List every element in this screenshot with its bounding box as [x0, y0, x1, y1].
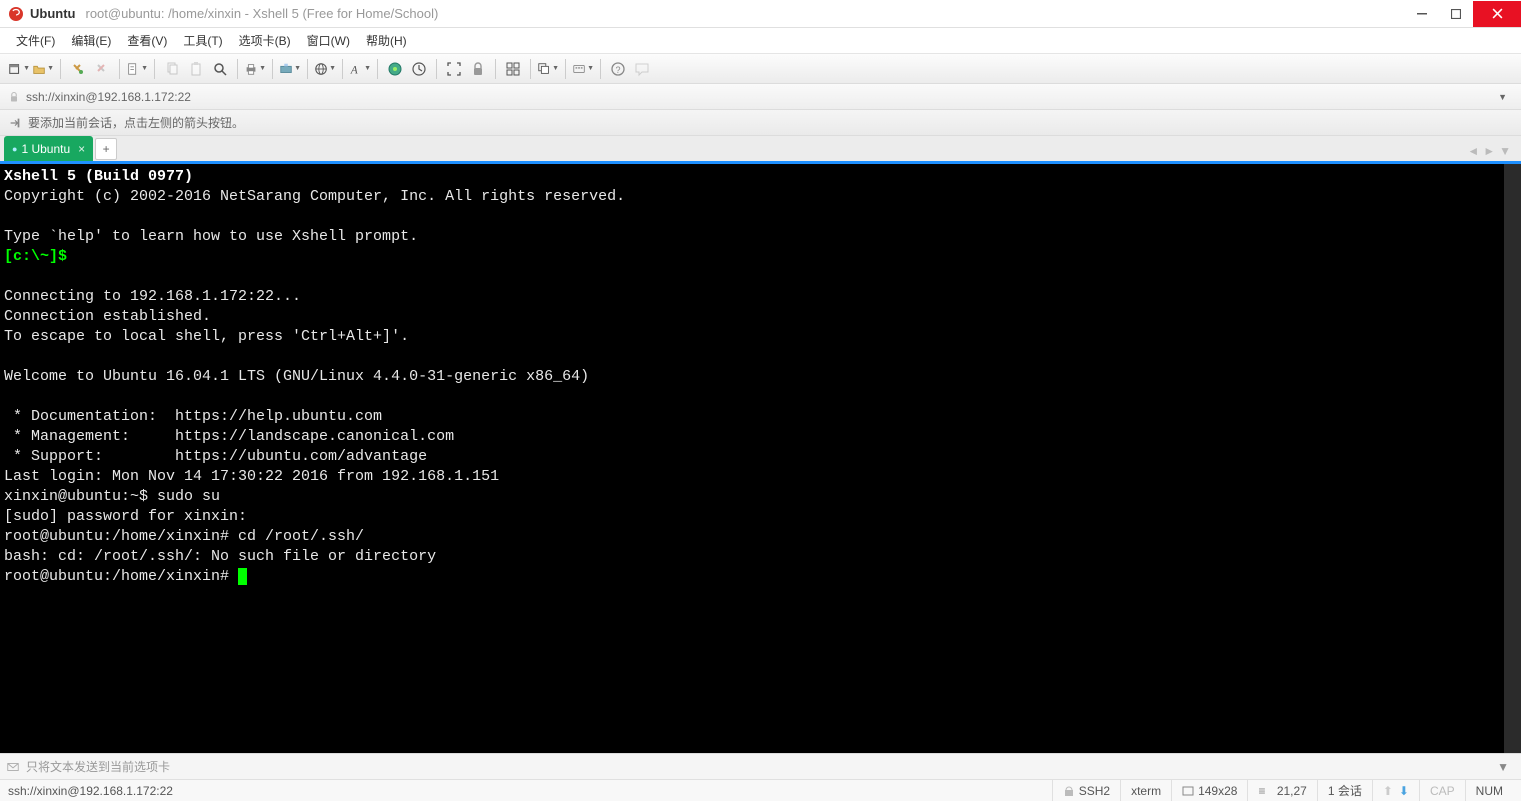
separator: [307, 59, 308, 79]
tab-nav: ◄ ► ▼: [1467, 144, 1517, 161]
open-session-button[interactable]: ▼: [32, 58, 54, 80]
compose-dropdown[interactable]: ▼: [1497, 760, 1515, 774]
tab-next-button[interactable]: ►: [1483, 144, 1495, 158]
tab-index: 1: [21, 142, 28, 156]
compose-placeholder[interactable]: 只将文本发送到当前选项卡: [26, 758, 1491, 775]
title-session: Ubuntu: [30, 6, 75, 21]
status-bar: ssh://xinxin@192.168.1.172:22 SSH2 xterm…: [0, 779, 1521, 801]
status-caps: CAP: [1419, 780, 1465, 801]
status-protocol: SSH2: [1052, 780, 1120, 801]
separator: [154, 59, 155, 79]
status-num: NUM: [1465, 780, 1513, 801]
properties-button[interactable]: ▼: [126, 58, 148, 80]
separator: [60, 59, 61, 79]
window-controls: [1405, 1, 1521, 27]
compose-icon[interactable]: [6, 760, 20, 774]
upload-icon: ⬆: [1383, 784, 1393, 798]
address-text[interactable]: ssh://xinxin@192.168.1.172:22: [26, 90, 1492, 104]
separator: [119, 59, 120, 79]
tab-prev-button[interactable]: ◄: [1467, 144, 1479, 158]
tab-status-dot: ●: [12, 144, 17, 154]
status-terminal-type: xterm: [1120, 780, 1171, 801]
tile-button[interactable]: [502, 58, 524, 80]
tab-add-button[interactable]: +: [95, 138, 117, 160]
print-button[interactable]: ▼: [244, 58, 266, 80]
svg-text:A: A: [350, 64, 358, 76]
separator: [495, 59, 496, 79]
menu-view[interactable]: 查看(V): [119, 29, 175, 52]
tab-close-button[interactable]: ×: [78, 142, 85, 156]
separator: [436, 59, 437, 79]
menu-help[interactable]: 帮助(H): [358, 29, 415, 52]
add-session-icon[interactable]: [8, 116, 22, 130]
title-path: root@ubuntu: /home/xinxin - Xshell 5 (Fr…: [85, 6, 438, 21]
terminal-scrollbar[interactable]: [1504, 164, 1521, 753]
titlebar: Ubuntu root@ubuntu: /home/xinxin - Xshel…: [0, 0, 1521, 28]
menu-file[interactable]: 文件(F): [8, 29, 63, 52]
fullscreen-button[interactable]: [443, 58, 465, 80]
color-scheme-button[interactable]: [384, 58, 406, 80]
menu-tabs[interactable]: 选项卡(B): [231, 29, 299, 52]
status-connection: ssh://xinxin@192.168.1.172:22: [8, 784, 1052, 798]
separator: [530, 59, 531, 79]
lock-button[interactable]: [467, 58, 489, 80]
menubar: 文件(F) 编辑(E) 查看(V) 工具(T) 选项卡(B) 窗口(W) 帮助(…: [0, 28, 1521, 54]
separator: [272, 59, 273, 79]
disconnect-button[interactable]: [91, 58, 113, 80]
compose-bar: 只将文本发送到当前选项卡 ▼: [0, 753, 1521, 779]
lock-icon: [8, 91, 20, 103]
tab-list-button[interactable]: ▼: [1499, 144, 1511, 158]
status-size: 149x28: [1171, 780, 1247, 801]
feedback-button[interactable]: [631, 58, 653, 80]
maximize-button[interactable]: [1439, 1, 1473, 27]
app-icon: [8, 6, 24, 22]
status-sessions: 1 会话: [1317, 780, 1372, 801]
cascade-button[interactable]: ▼: [537, 58, 559, 80]
language-button[interactable]: ▼: [314, 58, 336, 80]
tab-ubuntu[interactable]: ● 1 Ubuntu ×: [4, 136, 93, 161]
toolbar: ▼ ▼ ▼ ▼ ▼ ▼ A▼ ▼ ▼ ?: [0, 54, 1521, 84]
tip-bar: 要添加当前会话，点击左侧的箭头按钮。: [0, 110, 1521, 136]
help-button[interactable]: ?: [607, 58, 629, 80]
svg-text:?: ?: [616, 65, 621, 75]
separator: [237, 59, 238, 79]
key-button[interactable]: ▼: [572, 58, 594, 80]
separator: [342, 59, 343, 79]
copy-button[interactable]: [161, 58, 183, 80]
file-transfer-button[interactable]: ▼: [279, 58, 301, 80]
address-bar: ssh://xinxin@192.168.1.172:22 ▼: [0, 84, 1521, 110]
separator: [565, 59, 566, 79]
status-cursor-pos: ≡ 21,27: [1247, 780, 1316, 801]
tab-bar: ● 1 Ubuntu × + ◄ ► ▼: [0, 136, 1521, 164]
paste-button[interactable]: [185, 58, 207, 80]
terminal[interactable]: Xshell 5 (Build 0977)Copyright (c) 2002-…: [0, 164, 1521, 753]
download-icon: ⬇: [1399, 784, 1409, 798]
address-dropdown[interactable]: ▼: [1498, 92, 1513, 102]
tab-label: Ubuntu: [31, 142, 70, 156]
close-button[interactable]: [1473, 1, 1521, 27]
menu-tools[interactable]: 工具(T): [175, 29, 230, 52]
separator: [600, 59, 601, 79]
separator: [377, 59, 378, 79]
minimize-button[interactable]: [1405, 1, 1439, 27]
status-transfer: ⬆ ⬇: [1372, 780, 1419, 801]
find-button[interactable]: [209, 58, 231, 80]
menu-edit[interactable]: 编辑(E): [63, 29, 119, 52]
highlight-button[interactable]: [408, 58, 430, 80]
font-button[interactable]: A▼: [349, 58, 371, 80]
tip-text: 要添加当前会话，点击左侧的箭头按钮。: [28, 114, 244, 131]
reconnect-button[interactable]: [67, 58, 89, 80]
menu-window[interactable]: 窗口(W): [299, 29, 358, 52]
new-session-button[interactable]: ▼: [8, 58, 30, 80]
